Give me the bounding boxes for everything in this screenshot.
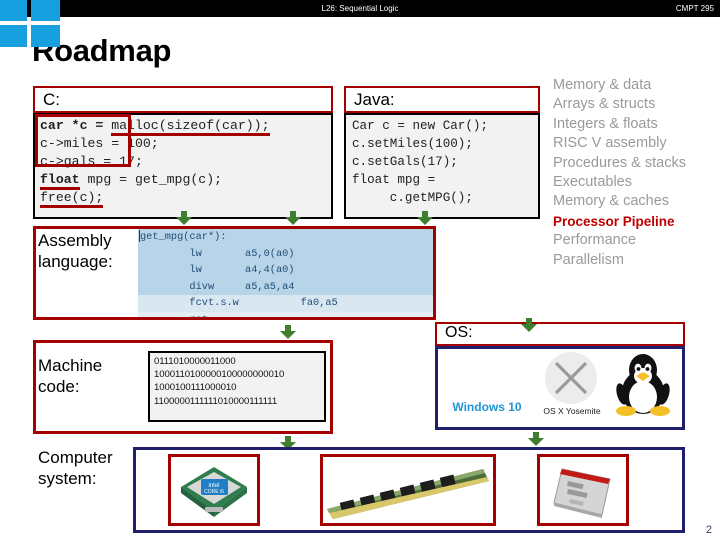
slide-page-number: 2	[706, 524, 712, 536]
assembly-line-6: ret	[138, 312, 433, 318]
roadmap-item-processor-pipeline: Processor Pipeline	[553, 212, 718, 231]
osx-logo-caption: OS X Yosemite	[533, 406, 611, 416]
roadmap-item-riscv-assembly: RISC V assembly	[553, 134, 718, 153]
c-panel-header: C:	[33, 86, 333, 113]
windows-logo-caption: Windows 10	[448, 400, 526, 414]
c-line4-keyword: float	[40, 172, 80, 190]
roadmap-item-executables: Executables	[553, 173, 718, 192]
arrow-os-to-system	[528, 432, 544, 446]
assembly-code-block: get_mpg(car*): lw a5,0(a0) lw a4,4(a0) d…	[138, 229, 433, 317]
assembly-line-3: lw a4,4(a0)	[138, 262, 433, 279]
arrow-assembly-to-os	[521, 318, 531, 328]
machine-code-line-4: 1100000111111010000111111	[154, 395, 324, 408]
java-code-line-5: c.getMPG();	[352, 189, 538, 207]
arrow-c-to-assembly	[176, 211, 192, 225]
c-code-line-1: car *c = malloc(sizeof(car));	[40, 117, 331, 135]
java-code-line-2: c.setMiles(100);	[352, 135, 538, 153]
arrow-assembly-to-machine-code	[280, 325, 296, 339]
osx-logo-icon	[545, 352, 597, 404]
roadmap-item-arrays-structs: Arrays & structs	[553, 95, 718, 114]
arrow-java-to-assembly	[285, 211, 301, 225]
machine-code-block: 0111010000011000 10001101000001000000000…	[148, 351, 326, 422]
lecture-title: L26: Sequential Logic	[0, 0, 720, 17]
cpu-photo: intel CORE i5	[168, 454, 260, 526]
machine-code-line-2: 1000110100000100000000010	[154, 368, 324, 381]
roadmap-item-memory-caches: Memory & caches	[553, 192, 718, 211]
c-line5-rest: free(c);	[40, 190, 103, 208]
java-panel-header: Java:	[344, 86, 540, 113]
arrow-java-to-assembly-2	[417, 211, 433, 225]
assembly-line-1: get_mpg(car*):	[138, 229, 433, 246]
roadmap-topic-list: Memory & data Arrays & structs Integers …	[553, 76, 718, 270]
c-line1-keyword: car *c =	[40, 118, 111, 133]
java-code-line-3: c.setGals(17);	[352, 153, 538, 171]
c-line1-rest: malloc(sizeof(car));	[111, 118, 269, 136]
c-code-line-3: c->gals = 17;	[40, 153, 331, 171]
computer-system-panel-label: Computer system:	[38, 447, 148, 489]
slide-header-bar: L26: Sequential Logic CMPT 295	[0, 0, 720, 17]
svg-text:CORE i5: CORE i5	[204, 489, 224, 495]
assembly-line-2: lw a5,0(a0)	[138, 246, 433, 263]
java-panel-label: Java:	[354, 90, 395, 110]
assembly-panel-label: Assembly language:	[38, 230, 138, 272]
os-panel-header: OS:	[435, 322, 685, 346]
assembly-text-caret	[139, 230, 140, 242]
c-line4-rest: mpg = get_mpg(c);	[80, 172, 222, 187]
assembly-line-4: divw a5,a5,a4	[138, 279, 433, 296]
java-code-line-1: Car c = new Car();	[352, 117, 538, 135]
java-code-line-4: float mpg =	[352, 171, 538, 189]
course-code: CMPT 295	[676, 0, 714, 17]
os-panel-label: OS:	[445, 324, 473, 342]
roadmap-item-procedures-stacks: Procedures & stacks	[553, 154, 718, 173]
c-code-line-4: float mpg = get_mpg(c);	[40, 171, 331, 189]
c-code-block: car *c = malloc(sizeof(car)); c->miles =…	[33, 113, 333, 219]
c-code-line-5: free(c);	[40, 189, 331, 207]
c-panel-label: C:	[43, 90, 60, 110]
roadmap-item-integers-floats: Integers & floats	[553, 115, 718, 134]
roadmap-item-memory-data: Memory & data	[553, 76, 718, 95]
ram-photo	[320, 454, 496, 526]
ssd-photo	[537, 454, 629, 526]
machine-code-line-3: 1000100111000010	[154, 381, 324, 394]
roadmap-item-parallelism: Parallelism	[553, 251, 718, 270]
machine-code-panel-label: Machine code:	[38, 355, 133, 397]
linux-tux-logo-icon	[612, 350, 674, 416]
assembly-line-5: fcvt.s.w fa0,a5	[138, 295, 433, 312]
java-code-block: Car c = new Car(); c.setMiles(100); c.se…	[344, 113, 540, 219]
c-code-line-2: c->miles = 100;	[40, 135, 331, 153]
roadmap-item-performance: Performance	[553, 231, 718, 250]
machine-code-line-1: 0111010000011000	[154, 355, 324, 368]
